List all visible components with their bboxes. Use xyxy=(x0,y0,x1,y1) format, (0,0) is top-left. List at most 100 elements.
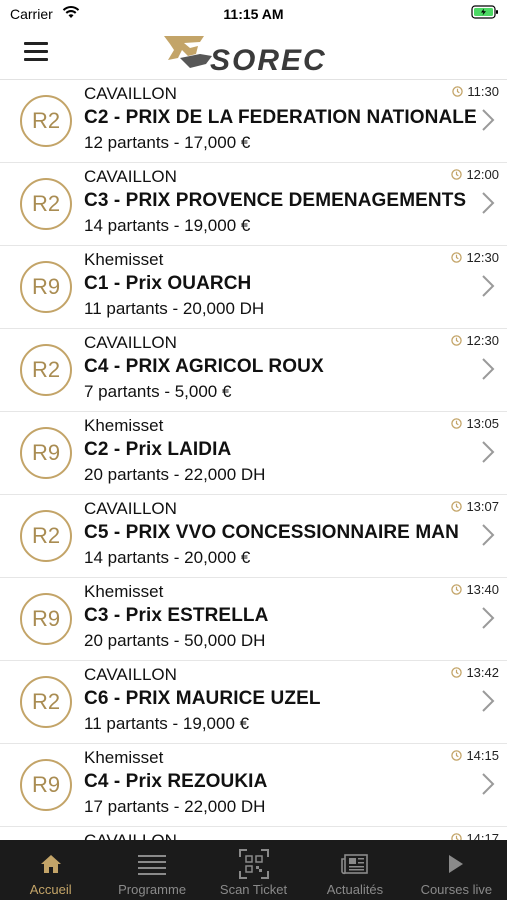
race-row[interactable]: R9 Khemisset C2 - Prix LAIDIA 20 partants -… xyxy=(0,412,507,495)
race-time-label: 12:30 xyxy=(466,333,499,348)
clock-icon xyxy=(451,584,463,595)
race-name: C5 - PRIX VVO CONCESSIONNAIRE MAN xyxy=(84,522,459,543)
race-row[interactable]: R9 Khemisset C4 - Prix REZOUKIA 17 partants… xyxy=(0,744,507,827)
tab-actualites[interactable]: Actualités xyxy=(304,840,405,900)
race-row[interactable]: R9 Khemisset C3 - Prix ESTRELLA 20 partants… xyxy=(0,578,507,661)
race-row[interactable]: R2 CAVAILLON C4 - PRIX AGRICOL ROUX 7 parta… xyxy=(0,329,507,412)
home-icon xyxy=(36,850,66,878)
race-venue: CAVAILLON xyxy=(84,831,177,840)
race-details: 20 partants - 50,000 DH xyxy=(84,631,266,650)
race-time: 13:07 xyxy=(451,499,499,514)
tab-scan-ticket[interactable]: Scan Ticket xyxy=(203,840,304,900)
race-row[interactable]: R2 CAVAILLON C2 - PRIX DE LA FEDERATION NA… xyxy=(0,80,507,163)
race-row[interactable]: R2 CAVAILLON C6 - PRIX MAURICE UZEL 11 part… xyxy=(0,661,507,744)
race-details: 17 partants - 22,000 DH xyxy=(84,797,266,816)
race-name: C2 - Prix LAIDIA xyxy=(84,439,232,460)
race-list: R2 CAVAILLON C2 - PRIX DE LA FEDERATION NA… xyxy=(0,80,507,840)
menu-line-icon xyxy=(24,42,48,45)
race-venue: CAVAILLON xyxy=(84,665,177,684)
reunion-badge: R9 xyxy=(20,759,72,811)
reunion-badge-label: R2 xyxy=(31,191,61,216)
clock-icon xyxy=(451,750,463,761)
race-details: 14 partants - 20,000 € xyxy=(84,548,251,567)
race-name: C3 - Prix ESTRELLA xyxy=(84,605,269,626)
chevron-right-icon xyxy=(482,109,495,131)
race-time-label: 11:30 xyxy=(467,84,499,99)
menu-line-icon xyxy=(24,58,48,61)
reunion-badge-label: R2 xyxy=(31,357,61,382)
list-icon xyxy=(137,850,167,878)
race-time: 14:17 xyxy=(451,831,499,840)
race-time-label: 13:42 xyxy=(466,665,499,680)
clock-icon xyxy=(451,252,463,263)
race-details: 7 partants - 5,000 € xyxy=(84,382,232,401)
clock-icon xyxy=(451,169,463,180)
tab-label: Accueil xyxy=(29,882,72,897)
clock-icon xyxy=(451,418,463,429)
race-name: C4 - Prix REZOUKIA xyxy=(84,771,268,792)
race-row[interactable]: R2 CAVAILLON C5 - PRIX VVO CONCESSIONNAIRE… xyxy=(0,495,507,578)
race-venue: CAVAILLON xyxy=(84,333,177,352)
race-details: 11 partants - 20,000 DH xyxy=(84,299,265,318)
tab-courses-live[interactable]: Courses live xyxy=(406,840,507,900)
race-time: 14:15 xyxy=(451,748,499,763)
status-bar: Carrier 11:15 AM xyxy=(0,0,507,28)
race-time: 11:30 xyxy=(452,84,499,99)
clock-icon xyxy=(451,335,463,346)
race-time-label: 14:15 xyxy=(466,748,499,763)
race-venue: CAVAILLON xyxy=(84,167,177,186)
reunion-badge-label: R2 xyxy=(31,523,61,548)
clock-icon xyxy=(452,86,464,97)
reunion-badge: R2 xyxy=(20,676,72,728)
race-name: C1 - Prix OUARCH xyxy=(84,273,252,294)
reunion-badge: R2 xyxy=(20,510,72,562)
reunion-badge-label: R9 xyxy=(31,274,61,299)
reunion-badge: R2 xyxy=(20,178,72,230)
sorec-logo: SOREC xyxy=(160,30,350,78)
reunion-badge-label: R9 xyxy=(31,772,61,797)
race-time: 12:00 xyxy=(451,167,499,182)
race-time-label: 13:07 xyxy=(466,499,499,514)
chevron-right-icon xyxy=(482,192,495,214)
race-time: 13:40 xyxy=(451,582,499,597)
race-venue: CAVAILLON xyxy=(84,84,177,103)
race-details: 14 partants - 19,000 € xyxy=(84,216,251,235)
reunion-badge: R9 xyxy=(20,427,72,479)
hamburger-menu-button[interactable] xyxy=(24,41,50,63)
clock-icon xyxy=(451,501,463,512)
chevron-right-icon xyxy=(482,441,495,463)
chevron-right-icon xyxy=(482,607,495,629)
reunion-badge-label: R2 xyxy=(31,689,61,714)
reunion-badge: R9 xyxy=(20,261,72,313)
reunion-badge: R2 xyxy=(20,95,72,147)
menu-line-icon xyxy=(24,50,48,53)
header: SOREC xyxy=(0,28,507,80)
race-name: C6 - PRIX MAURICE UZEL xyxy=(84,688,321,709)
tab-label: Courses live xyxy=(420,882,493,897)
tab-programme[interactable]: Programme xyxy=(101,840,202,900)
race-name: C2 - PRIX DE LA FEDERATION NATIONALE xyxy=(84,107,477,128)
logo-text: SOREC xyxy=(210,44,327,77)
race-venue: Khemisset xyxy=(84,748,164,767)
reunion-badge: R9 xyxy=(20,593,72,645)
race-venue: Khemisset xyxy=(84,250,164,269)
race-details: 20 partants - 22,000 DH xyxy=(84,465,266,484)
race-row[interactable]: R9 Khemisset C1 - Prix OUARCH 11 partants -… xyxy=(0,246,507,329)
reunion-badge-label: R2 xyxy=(31,108,61,133)
race-row[interactable]: R2 CAVAILLON C3 - PRIX PROVENCE DEMENAGEME… xyxy=(0,163,507,246)
race-time: 12:30 xyxy=(451,333,499,348)
tab-label: Scan Ticket xyxy=(219,882,288,897)
tab-accueil[interactable]: Accueil xyxy=(0,840,101,900)
race-details: 11 partants - 19,000 € xyxy=(84,714,250,733)
race-venue: Khemisset xyxy=(84,416,164,435)
race-details: 12 partants - 17,000 € xyxy=(84,133,251,152)
chevron-right-icon xyxy=(482,690,495,712)
clock-icon xyxy=(451,833,463,840)
race-time: 12:30 xyxy=(451,250,499,265)
chevron-right-icon xyxy=(482,358,495,380)
race-row[interactable]: CAVAILLON 14:17 xyxy=(0,827,507,840)
clock-icon xyxy=(451,667,463,678)
reunion-badge: R2 xyxy=(20,344,72,396)
race-venue: Khemisset xyxy=(84,582,164,601)
chevron-right-icon xyxy=(482,275,495,297)
